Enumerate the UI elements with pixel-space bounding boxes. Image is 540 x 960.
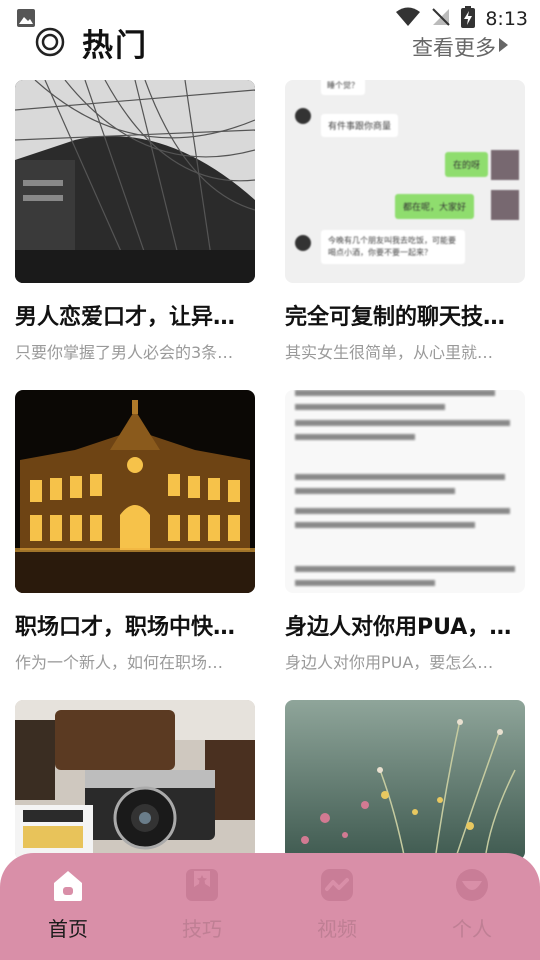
article-title[interactable]: 完全可复制的聊天技… <box>285 299 525 331</box>
chat-bubble: 睡个觉？ <box>321 80 365 95</box>
article-card[interactable]: 男人恋爱口才，让异… 只要你掌握了男人必会的3条… <box>15 80 255 363</box>
nav-label[interactable]: 个人 <box>412 913 532 942</box>
article-card[interactable] <box>285 700 525 860</box>
nav-item-profile[interactable]: 个人 <box>412 867 532 942</box>
article-card[interactable]: 睡个觉？ 有件事跟你商量 在的呀 都在呢，大家好 今晚有几个朋友叫我去吃饭，可能… <box>285 80 525 363</box>
article-thumbnail[interactable] <box>15 390 255 593</box>
article-thumbnail[interactable]: 睡个觉？ 有件事跟你商量 在的呀 都在呢，大家好 今晚有几个朋友叫我去吃饭，可能… <box>285 80 525 283</box>
article-summary: 其实女生很简单，从心里就… <box>285 343 494 362</box>
view-more-link[interactable]: 查看更多 <box>412 32 496 62</box>
article-summary: 只要你掌握了男人必会的3条… <box>15 343 234 362</box>
section-title: 热门 <box>82 28 148 64</box>
nav-label[interactable]: 首页 <box>8 913 128 942</box>
chevron-right-icon[interactable] <box>499 38 508 52</box>
nav-item-skills[interactable]: 技巧 <box>142 867 262 942</box>
article-title[interactable]: 男人恋爱口才，让异… <box>15 299 255 331</box>
article-card[interactable]: 身边人对你用PUA，… 身边人对你用PUA，要怎么… <box>285 390 525 673</box>
chat-screenshot-preview: 睡个觉？ 有件事跟你商量 在的呀 都在呢，大家好 今晚有几个朋友叫我去吃饭，可能… <box>285 80 525 283</box>
bottom-navigation: 首页 技巧 视频 个人 <box>0 853 540 960</box>
chat-bubble: 今晚有几个朋友叫我去吃饭，可能要喝点小酒，你要不要一起来？ <box>321 230 465 264</box>
target-icon <box>34 26 66 58</box>
article-card[interactable] <box>15 700 255 860</box>
chat-bubble: 有件事跟你商量 <box>321 114 399 137</box>
article-summary: 身边人对你用PUA，要怎么… <box>285 653 494 672</box>
section-header: 热门 查看更多 <box>0 20 540 70</box>
article-thumbnail[interactable] <box>285 700 525 860</box>
article-thumbnail[interactable] <box>15 700 255 860</box>
nav-label[interactable]: 技巧 <box>142 913 262 942</box>
profile-icon[interactable] <box>454 867 490 903</box>
article-thumbnail[interactable] <box>285 390 525 593</box>
bookmark-star-icon[interactable] <box>184 867 220 903</box>
nav-item-home[interactable]: 首页 <box>8 867 128 942</box>
nav-item-video[interactable]: 视频 <box>277 867 397 942</box>
article-title[interactable]: 身边人对你用PUA，… <box>285 609 525 641</box>
chat-bubble: 在的呀 <box>445 152 489 177</box>
article-thumbnail[interactable] <box>15 80 255 283</box>
article-card[interactable]: 职场口才，职场中快… 作为一个新人，如何在职场… <box>15 390 255 673</box>
article-title[interactable]: 职场口才，职场中快… <box>15 609 255 641</box>
home-icon[interactable] <box>50 867 86 903</box>
article-summary: 作为一个新人，如何在职场… <box>15 653 224 672</box>
video-icon[interactable] <box>319 867 355 903</box>
nav-label[interactable]: 视频 <box>277 913 397 942</box>
chat-bubble: 都在呢，大家好 <box>395 194 475 219</box>
